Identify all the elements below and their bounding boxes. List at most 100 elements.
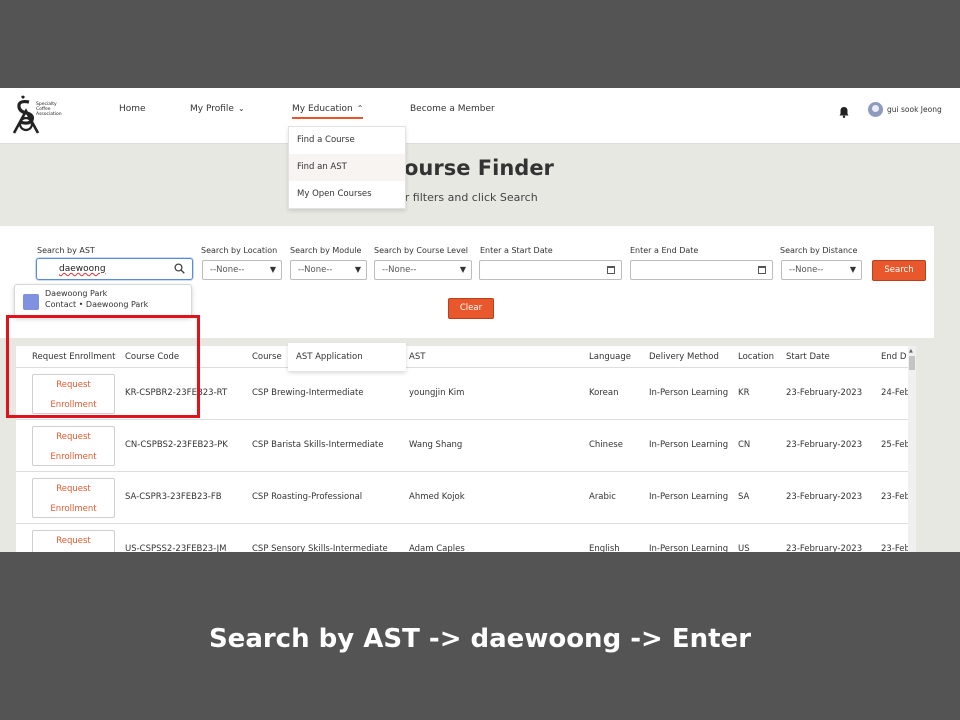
location-select-value: --None-- [210, 265, 245, 275]
table-scrollbar[interactable]: ▲ [908, 346, 916, 552]
course-level-select[interactable]: --None-- ▼ [374, 260, 472, 280]
cell-course: CSP Sensory Skills-Intermediate [252, 544, 388, 552]
request-enrollment-button[interactable]: RequestEnrollment [32, 478, 115, 518]
cell-end-date: 24-Feb [881, 388, 910, 398]
cell-delivery-method: In-Person Learning [649, 440, 729, 450]
cell-start-date: 23-February-2023 [786, 440, 863, 450]
calendar-icon[interactable] [607, 266, 615, 274]
instruction-caption: Search by AST -> daewoong -> Enter [208, 624, 752, 654]
ast-search-input[interactable]: daewoong [36, 258, 193, 280]
suggestion-meta: Contact • Daewoong Park [45, 300, 149, 309]
page-title: ourse Finder [404, 156, 554, 180]
dropdown-arrow-icon: ▼ [354, 265, 361, 274]
course-level-select-value: --None-- [382, 265, 417, 275]
request-enrollment-button[interactable]: Request Enrollment [32, 426, 115, 466]
cell-start-date: 23-February-2023 [786, 492, 863, 502]
location-filter-label: Search by Location [201, 246, 278, 255]
scrollbar-thumb[interactable] [909, 356, 915, 370]
cell-ast: youngjin Kim [409, 388, 465, 398]
cell-delivery-method: In-Person Learning [649, 544, 729, 552]
cell-language: English [589, 544, 620, 552]
calendar-icon[interactable] [758, 266, 766, 274]
module-select[interactable]: --None-- ▼ [290, 260, 367, 280]
cell-course-code: US-CSPSS2-23FEB23-JM [125, 544, 227, 552]
cell-course: CSP Barista Skills-Intermediate [252, 440, 384, 450]
user-avatar-icon[interactable] [868, 102, 883, 117]
suggestion-name: Daewoong Park [45, 289, 108, 298]
distance-filter-label: Search by Distance [780, 246, 858, 255]
request-label: Request [56, 536, 91, 546]
cell-course: CSP Roasting-Professional [252, 492, 363, 502]
request-enrollment-button[interactable]: RequestEnrollment [32, 530, 115, 552]
module-select-value: --None-- [298, 265, 333, 275]
table-row: Request Enrollment SA-CSPR3-23FEB23-FB CS… [16, 472, 910, 524]
my-education-dropdown-menu: Find a Course Find an AST My Open Course… [288, 126, 406, 209]
sca-logo[interactable]: Specialty Coffee Association [12, 94, 72, 138]
cell-ast: Wang Shang [409, 440, 463, 450]
course-level-filter-label: Search by Course Level [374, 246, 468, 255]
nav-my-profile-label: My Profile [190, 104, 234, 114]
top-navigation-bar: Specialty Coffee Association Home My Pro… [0, 88, 960, 144]
logo-text-line-3: Association [36, 112, 62, 117]
col-header-location: Location [738, 352, 774, 362]
request-label: Request [56, 432, 91, 442]
search-button[interactable]: Search [872, 260, 926, 281]
module-filter-label: Search by Module [290, 246, 362, 255]
col-header-ast: AST [409, 352, 426, 362]
menu-item-my-open-courses[interactable]: My Open Courses [289, 181, 405, 208]
menu-item-find-ast[interactable]: Find an AST [289, 154, 405, 181]
cell-location: SA [738, 492, 750, 502]
col-header-start-date: Start Date [786, 352, 830, 362]
nav-home[interactable]: Home [119, 104, 146, 114]
enrollment-label: Enrollment [50, 452, 97, 462]
browser-viewport: Specialty Coffee Association Home My Pro… [0, 88, 960, 552]
cell-course: CSP Brewing-Intermediate [252, 388, 364, 398]
cell-ast: Adam Caples [409, 544, 465, 552]
ast-filter-label: Search by AST [37, 246, 95, 255]
highlight-box [6, 315, 200, 418]
cell-language: Chinese [589, 440, 623, 450]
cell-course-code: CN-CSPBS2-23FEB23-PK [125, 440, 228, 450]
col-header-end-date: End D [881, 352, 907, 362]
col-header-delivery-method: Delivery Method [649, 352, 719, 362]
nav-become-member[interactable]: Become a Member [410, 104, 495, 114]
distance-select[interactable]: --None-- ▼ [781, 260, 862, 280]
cell-language: Arabic [589, 492, 616, 502]
cell-language: Korean [589, 388, 619, 398]
menu-item-ast-application[interactable]: AST Application [288, 343, 406, 371]
ast-search-input-value: daewoong [59, 264, 106, 274]
user-name[interactable]: gui sook Jeong [887, 105, 942, 114]
dropdown-arrow-icon: ▼ [849, 265, 856, 274]
cell-location: CN [738, 440, 751, 450]
dropdown-arrow-icon: ▼ [269, 265, 276, 274]
table-row: Request Enrollment CN-CSPBS2-23FEB23-PK C… [16, 420, 910, 472]
cell-end-date: 23-Feb [881, 492, 910, 502]
start-date-input[interactable] [479, 260, 622, 280]
cell-ast: Ahmed Kojok [409, 492, 465, 502]
end-date-input[interactable] [630, 260, 773, 280]
scroll-up-arrow-icon[interactable]: ▲ [909, 348, 913, 354]
col-header-course: Course [252, 352, 282, 362]
cell-course-code: SA-CSPR3-23FEB23-FB [125, 492, 222, 502]
end-date-label: Enter a End Date [630, 246, 699, 255]
enrollment-label: Enrollment [50, 504, 97, 514]
nav-my-profile[interactable]: My Profile ⌄ [190, 104, 245, 114]
menu-item-find-course[interactable]: Find a Course [289, 127, 405, 154]
chevron-down-icon: ⌄ [237, 104, 245, 113]
cell-end-date: 25-Feb [881, 440, 910, 450]
bell-icon[interactable] [838, 106, 850, 118]
location-select[interactable]: --None-- ▼ [202, 260, 282, 280]
distance-select-value: --None-- [789, 265, 824, 275]
clear-button[interactable]: Clear [448, 298, 494, 319]
ast-suggestion-item[interactable]: Daewoong Park Contact • Daewoong Park [14, 284, 192, 317]
search-icon[interactable] [174, 263, 185, 274]
cell-start-date: 23-February-2023 [786, 544, 863, 552]
page-subtitle: er filters and click Search [398, 191, 538, 204]
table-row: RequestEnrollment US-CSPSS2-23FEB23-JM C… [16, 524, 910, 552]
dropdown-arrow-icon: ▼ [459, 265, 466, 274]
nav-my-education[interactable]: My Education ⌃ [292, 104, 364, 119]
cell-location: KR [738, 388, 750, 398]
cell-location: US [738, 544, 750, 552]
col-header-language: Language [589, 352, 631, 362]
nav-my-education-label: My Education [292, 104, 353, 114]
